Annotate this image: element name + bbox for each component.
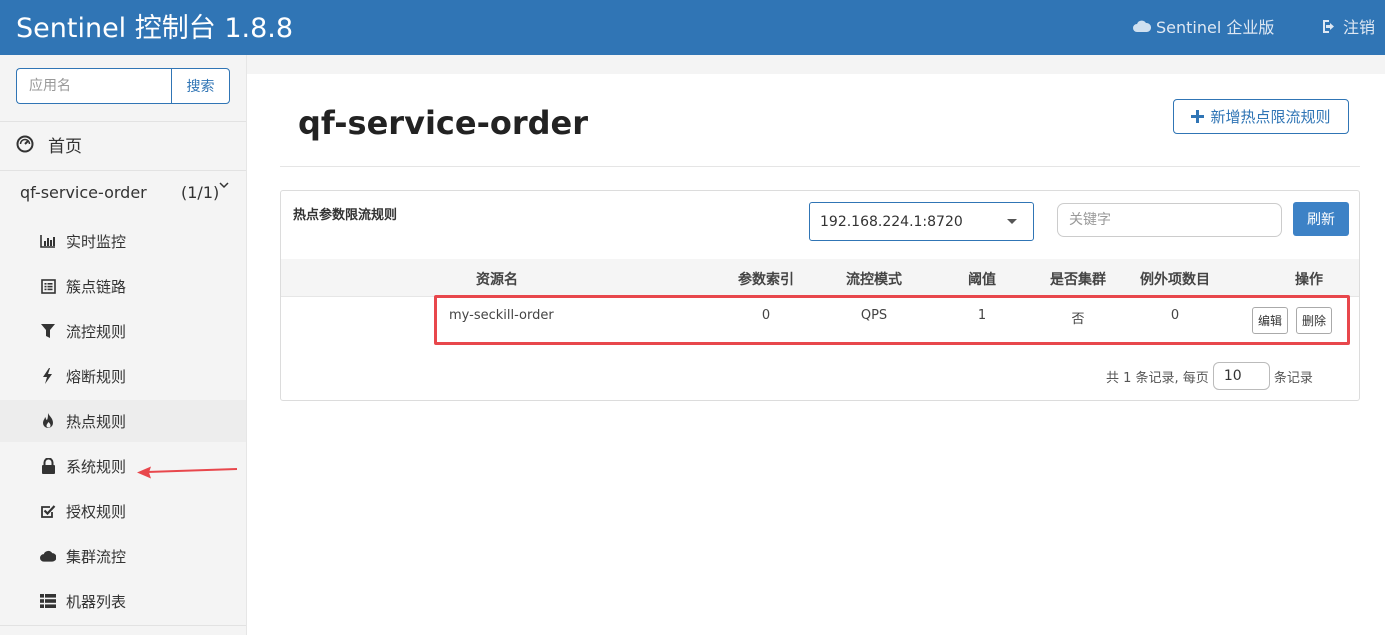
column-header: 流控模式 (846, 272, 902, 288)
sidebar-item-flow-rules[interactable]: 流控规则 (40, 320, 126, 342)
sidebar-item-realtime-monitor[interactable]: 实时监控 (40, 230, 126, 252)
enterprise-label: Sentinel 企业版 (1156, 18, 1275, 37)
sidebar: 搜索 首页 qf-service-order (1/1) 实时监控 簇点链路 流… (0, 55, 247, 635)
sidebar-item-label: 首页 (48, 136, 82, 157)
add-button-label: 新增热点限流规则 (1210, 108, 1331, 126)
table-row: my-seckill-order 0 QPS 1 否 0 编辑 删除 (281, 297, 1359, 341)
brand-title[interactable]: Sentinel 控制台 1.8.8 (16, 6, 293, 45)
sidebar-item-label: 实时监控 (66, 232, 127, 251)
delete-button[interactable]: 删除 (1296, 307, 1333, 334)
pager-suffix: 条记录 (1273, 370, 1313, 386)
main-content: qf-service-order 新增热点限流规则 热点参数限流规则 192.1… (247, 74, 1385, 635)
column-header: 资源名 (476, 272, 518, 288)
dashboard-icon (16, 135, 34, 153)
check-square-icon (40, 504, 55, 518)
sidebar-item-home[interactable]: 首页 (16, 133, 82, 157)
column-header: 阈值 (968, 272, 996, 288)
sidebar-item-label: 热点规则 (66, 412, 127, 431)
page-title: qf-service-order (298, 104, 589, 142)
cell-mode: QPS (860, 308, 888, 323)
logout-link[interactable]: 注销 (1321, 14, 1375, 38)
top-navbar: Sentinel 控制台 1.8.8 Sentinel 企业版 注销 (0, 0, 1385, 55)
sidebar-item-machine-list[interactable]: 机器列表 (40, 590, 126, 612)
sidebar-item-label: 机器列表 (66, 592, 127, 611)
machine-select[interactable]: 192.168.224.1:8720 (809, 202, 1034, 241)
page-size-input[interactable] (1212, 362, 1270, 390)
logout-icon (1323, 19, 1334, 33)
sidebar-item-label: 簇点链路 (66, 277, 127, 296)
sidebar-item-param-flow-rules[interactable]: 热点规则 (40, 410, 126, 432)
refresh-button[interactable]: 刷新 (1293, 202, 1349, 236)
sidebar-item-label: 系统规则 (66, 457, 127, 476)
cloud-icon (1133, 20, 1151, 32)
app-search-input[interactable] (16, 68, 171, 104)
chevron-down-icon (219, 182, 229, 189)
app-machine-count: (1/1) (181, 183, 220, 202)
annotation-arrow-icon (137, 466, 238, 479)
app-name: qf-service-order (20, 183, 147, 202)
pagination: 共 1 条记录, 每页 条记录 (1106, 361, 1313, 391)
cell-exceptions: 0 (1170, 308, 1180, 323)
sidebar-item-cluster-link[interactable]: 簇点链路 (40, 275, 126, 297)
cell-threshold: 1 (977, 308, 987, 323)
sidebar-item-system-rules[interactable]: 系统规则 (40, 455, 126, 477)
sidebar-divider (0, 170, 246, 171)
th-list-icon (40, 594, 56, 608)
lock-icon (41, 458, 55, 474)
sidebar-divider (0, 625, 246, 626)
sidebar-item-label: 授权规则 (66, 502, 127, 521)
sidebar-item-label: 熔断规则 (66, 367, 127, 386)
filter-icon (41, 323, 55, 338)
pager-total: 共 1 条记录, 每页 (1106, 370, 1209, 386)
caret-down-icon (1007, 219, 1017, 224)
cell-resource: my-seckill-order (449, 308, 554, 323)
list-alt-icon (40, 278, 56, 294)
sidebar-item-cluster-flow[interactable]: 集群流控 (40, 545, 126, 567)
sidebar-app-qf-service-order[interactable]: qf-service-order (1/1) (20, 182, 232, 205)
machine-select-value: 192.168.224.1:8720 (820, 213, 963, 230)
cell-cluster: 否 (1071, 312, 1085, 327)
column-header: 例外项数目 (1140, 272, 1210, 288)
sidebar-item-label: 集群流控 (66, 547, 127, 566)
add-param-flow-rule-button[interactable]: 新增热点限流规则 (1173, 99, 1349, 134)
edit-button[interactable]: 编辑 (1252, 307, 1289, 334)
table-header: 资源名 参数索引 流控模式 阈值 是否集群 例外项数目 操作 (281, 259, 1359, 297)
fire-icon (42, 413, 53, 428)
flash-icon (43, 368, 52, 384)
logout-label: 注销 (1343, 18, 1376, 37)
search-button[interactable]: 搜索 (171, 68, 230, 104)
sidebar-item-degrade-rules[interactable]: 熔断规则 (40, 365, 126, 387)
app-search: 搜索 (16, 68, 230, 104)
enterprise-link[interactable]: Sentinel 企业版 (1133, 14, 1274, 38)
title-divider (280, 166, 1360, 167)
cell-param-index: 0 (761, 308, 771, 323)
sidebar-item-label: 流控规则 (66, 322, 127, 341)
column-header: 参数索引 (738, 272, 794, 288)
keyword-input[interactable] (1057, 203, 1282, 237)
bar-chart-icon (40, 235, 55, 248)
rules-panel: 热点参数限流规则 192.168.224.1:8720 刷新 资源名 参数索引 … (280, 190, 1360, 401)
sidebar-divider (0, 121, 246, 122)
plus-icon (1191, 110, 1205, 123)
cloud-icon (40, 550, 56, 562)
sidebar-item-authority-rules[interactable]: 授权规则 (40, 500, 126, 522)
panel-title: 热点参数限流规则 (293, 208, 398, 223)
column-header: 操作 (1295, 272, 1323, 288)
column-header: 是否集群 (1050, 272, 1106, 288)
